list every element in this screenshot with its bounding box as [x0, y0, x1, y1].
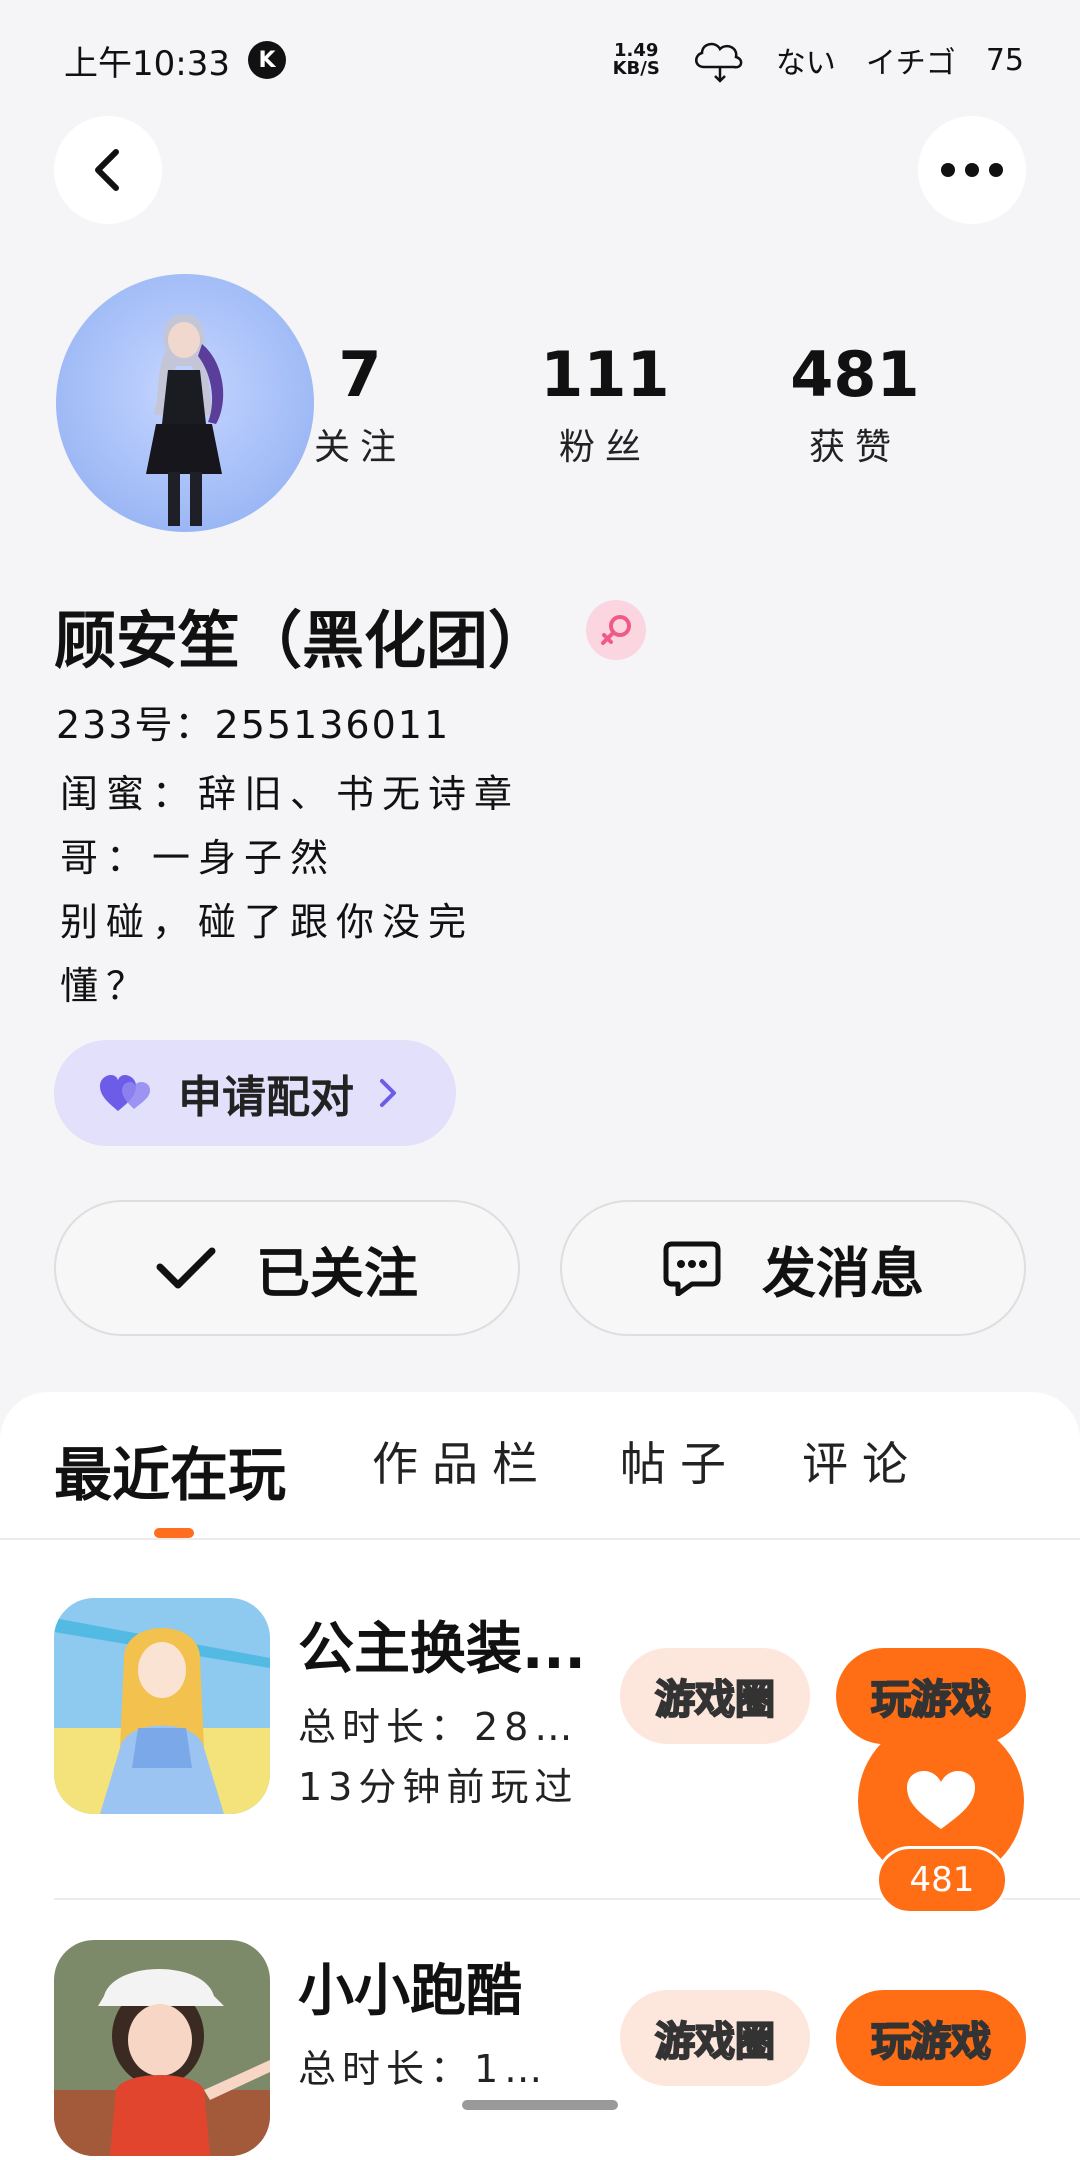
status-bar: 上午10:33 K 1.49 KB/S ない イチゴ 75 — [0, 0, 1080, 120]
tabs-divider — [0, 1538, 1080, 1540]
stat-fans-label: 粉丝 — [558, 427, 651, 468]
heart-icon — [907, 1771, 975, 1829]
game-circle-button[interactable]: 游戏圈 — [620, 1990, 810, 2086]
more-horizontal-icon — [941, 163, 1003, 177]
stat-likes[interactable]: 481 获赞 — [780, 340, 930, 470]
bio: 闺蜜：辞旧、书无诗章 哥：一身子然 别碰，碰了跟你没完 懂？ — [60, 762, 520, 1018]
chevron-right-icon — [380, 1079, 396, 1107]
game-total-duration: 总时长：1… — [298, 2047, 549, 2091]
tab-posts[interactable]: 帖子 — [620, 1428, 740, 1494]
game-last-played: 13分钟前玩过 — [298, 1765, 579, 1809]
back-button[interactable] — [54, 116, 162, 224]
stat-following[interactable]: 7 关注 — [300, 340, 420, 470]
game-title: 小小跑酷 — [298, 1959, 522, 2024]
following-button[interactable]: 已关注 — [54, 1200, 520, 1336]
game-circle-button[interactable]: 游戏圈 — [620, 1648, 810, 1744]
profile-tabs: 最近在玩 作品栏 帖子 评论 — [0, 1392, 1080, 1540]
chevron-left-icon — [95, 149, 119, 191]
send-message-button[interactable]: 发消息 — [560, 1200, 1026, 1336]
network-speed-unit: KB/S — [612, 58, 660, 79]
stat-fans-value: 111 — [540, 338, 670, 411]
stat-following-value: 7 — [338, 338, 382, 411]
stat-following-label: 关注 — [313, 427, 406, 468]
check-icon — [156, 1247, 216, 1289]
game-icon-parkour[interactable] — [54, 1940, 270, 2156]
bio-line: 别碰，碰了跟你没完 — [60, 900, 475, 944]
double-heart-icon — [100, 1075, 150, 1111]
more-button[interactable] — [918, 116, 1026, 224]
send-message-label: 发消息 — [762, 1241, 924, 1305]
battery-level: 75 — [985, 42, 1024, 78]
tab-comments[interactable]: 评论 — [802, 1428, 922, 1494]
bio-line: 懂？ — [60, 964, 153, 1008]
stat-likes-value: 481 — [790, 338, 920, 411]
play-game-button[interactable]: 玩游戏 — [836, 1990, 1026, 2086]
home-indicator[interactable] — [462, 2100, 618, 2110]
username: 顾安笙（黑化团） — [54, 604, 551, 677]
cloud-download-icon — [694, 42, 743, 83]
user-id: 233号：255136011 — [56, 703, 451, 747]
signal-text: ない — [775, 46, 836, 81]
k-app-icon: K — [247, 41, 286, 79]
pair-request-label: 申请配对 — [178, 1072, 354, 1123]
carrier-text: イチゴ — [865, 46, 956, 81]
game-list-item[interactable]: 小小跑酷 总时长：1… 游戏圈 玩游戏 — [0, 1898, 1080, 2160]
status-right: 1.49 KB/S ない イチゴ 75 — [613, 37, 1024, 83]
network-speed: 1.49 KB/S — [613, 42, 660, 78]
bio-line: 闺蜜：辞旧、书无诗章 — [60, 772, 521, 816]
pair-request-button[interactable]: 申请配对 — [54, 1040, 456, 1146]
floating-like-count: 481 — [876, 1846, 1008, 1914]
stat-likes-label: 获赞 — [808, 427, 901, 468]
status-time: 上午10:33 — [64, 43, 230, 84]
chat-bubble-icon — [663, 1241, 721, 1296]
avatar[interactable] — [56, 274, 314, 532]
female-icon — [601, 615, 631, 645]
active-tab-indicator — [154, 1528, 194, 1538]
following-label: 已关注 — [256, 1241, 418, 1305]
game-total-duration: 总时长：28… — [298, 1705, 579, 1749]
avatar-character-image — [146, 314, 224, 526]
bio-line: 哥：一身子然 — [60, 836, 337, 880]
status-left: 上午10:33 K — [64, 36, 286, 85]
tab-works[interactable]: 作品栏 — [372, 1428, 552, 1494]
game-title: 公主换装... — [298, 1617, 586, 1682]
tab-recently-played[interactable]: 最近在玩 — [54, 1428, 286, 1512]
game-icon-princess-dressup[interactable] — [54, 1598, 270, 1814]
gender-badge — [586, 600, 646, 660]
stat-fans[interactable]: 111 粉丝 — [530, 340, 680, 470]
